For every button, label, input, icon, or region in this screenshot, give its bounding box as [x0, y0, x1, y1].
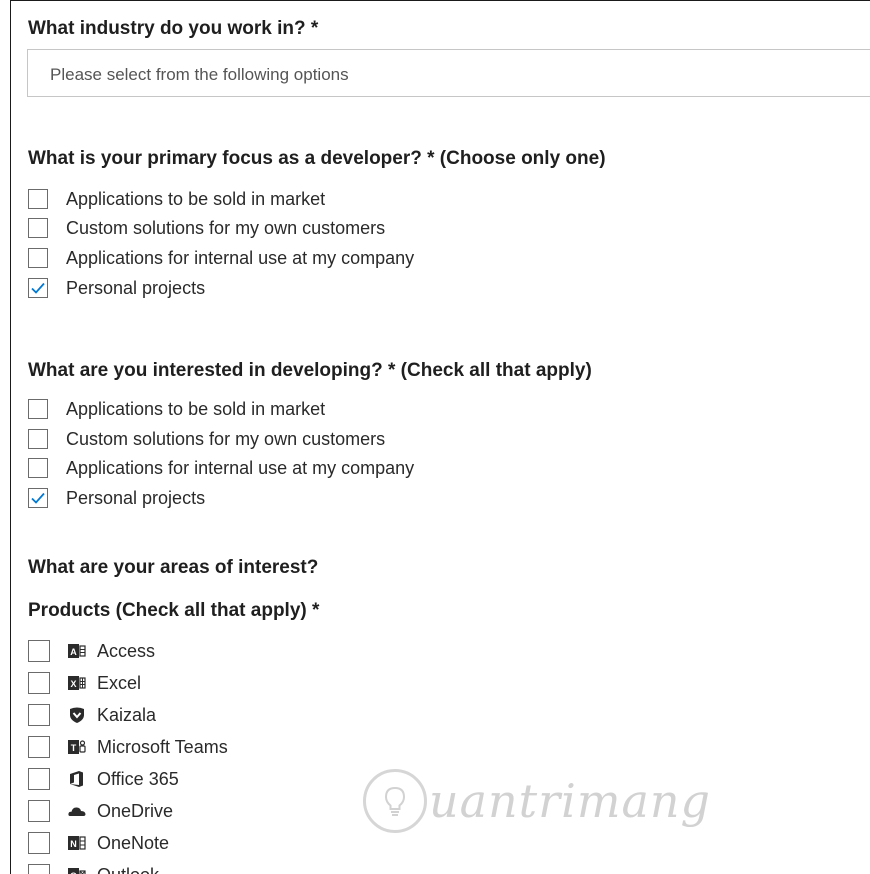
watermark: uantrimang: [363, 769, 711, 833]
onedrive-icon: [67, 801, 87, 821]
checkbox[interactable]: [28, 278, 48, 298]
areas-of-interest-heading: What are your areas of interest?: [28, 557, 319, 578]
office-icon: [67, 769, 87, 789]
industry-select[interactable]: Please select from the following options: [27, 49, 870, 97]
checkbox[interactable]: [28, 640, 50, 662]
product-name: Outlook: [97, 865, 159, 874]
product-name: Kaizala: [97, 704, 157, 725]
svg-text:N: N: [70, 839, 77, 849]
svg-text:X: X: [70, 679, 76, 689]
checkbox[interactable]: [28, 458, 48, 478]
product-item-outlook[interactable]: O Outlook: [28, 863, 159, 874]
kaizala-icon: [67, 705, 87, 725]
checkbox[interactable]: [28, 399, 48, 419]
checkbox[interactable]: [28, 864, 50, 874]
product-item-onenote[interactable]: N OneNote: [28, 831, 169, 855]
checkbox[interactable]: [28, 800, 50, 822]
product-name: OneNote: [97, 832, 170, 853]
developing-option[interactable]: Personal projects: [28, 486, 205, 510]
primary-focus-option[interactable]: Applications for internal use at my comp…: [28, 246, 414, 270]
primary-focus-option[interactable]: Personal projects: [28, 276, 205, 300]
primary-focus-option[interactable]: Applications to be sold in market: [28, 187, 325, 211]
product-item-microsoft-teams[interactable]: T Microsoft Teams: [28, 735, 228, 759]
product-item-onedrive[interactable]: OneDrive: [28, 799, 173, 823]
form-panel: What industry do you work in? * Please s…: [10, 0, 870, 874]
developing-option[interactable]: Applications to be sold in market: [28, 397, 325, 421]
option-label: Personal projects: [66, 487, 206, 508]
checkbox[interactable]: [28, 429, 48, 449]
option-label: Applications to be sold in market: [66, 398, 326, 419]
product-item-excel[interactable]: X Excel: [28, 671, 141, 695]
svg-text:A: A: [70, 647, 77, 657]
primary-focus-option[interactable]: Custom solutions for my own customers: [28, 216, 385, 240]
product-name: OneDrive: [97, 800, 174, 821]
checkbox[interactable]: [28, 672, 50, 694]
product-name: Office 365: [97, 768, 179, 789]
checkbox[interactable]: [28, 189, 48, 209]
option-label: Applications for internal use at my comp…: [66, 247, 415, 268]
products-label: Products (Check all that apply) *: [28, 600, 320, 621]
product-item-access[interactable]: A Access: [28, 639, 155, 663]
developing-option[interactable]: Applications for internal use at my comp…: [28, 456, 414, 480]
product-item-office-365[interactable]: Office 365: [28, 767, 179, 791]
outlook-icon: O: [67, 865, 87, 874]
checkbox[interactable]: [28, 704, 50, 726]
checkbox[interactable]: [28, 768, 50, 790]
onenote-icon: N: [67, 833, 87, 853]
option-label: Personal projects: [66, 277, 206, 298]
option-label: Applications to be sold in market: [66, 188, 326, 209]
excel-icon: X: [67, 673, 87, 693]
product-name: Excel: [97, 672, 142, 693]
option-label: Applications for internal use at my comp…: [66, 457, 415, 478]
svg-text:T: T: [71, 743, 77, 753]
product-item-kaizala[interactable]: Kaizala: [28, 703, 156, 727]
primary-focus-question: What is your primary focus as a develope…: [28, 148, 606, 169]
developing-option[interactable]: Custom solutions for my own customers: [28, 427, 385, 451]
option-label: Custom solutions for my own customers: [66, 428, 386, 449]
checkbox[interactable]: [28, 218, 48, 238]
checkbox[interactable]: [28, 736, 50, 758]
checkbox[interactable]: [28, 248, 48, 268]
product-name: Access: [97, 640, 156, 661]
teams-icon: T: [67, 737, 87, 757]
option-label: Custom solutions for my own customers: [66, 217, 386, 238]
access-icon: A: [67, 641, 87, 661]
checkbox[interactable]: [28, 832, 50, 854]
industry-question: What industry do you work in? *: [28, 18, 319, 39]
checkbox[interactable]: [28, 488, 48, 508]
product-name: Microsoft Teams: [97, 736, 228, 757]
developing-interest-question: What are you interested in developing? *…: [28, 360, 592, 381]
lightbulb-icon: [363, 769, 427, 833]
watermark-text: uantrimang: [429, 774, 711, 828]
